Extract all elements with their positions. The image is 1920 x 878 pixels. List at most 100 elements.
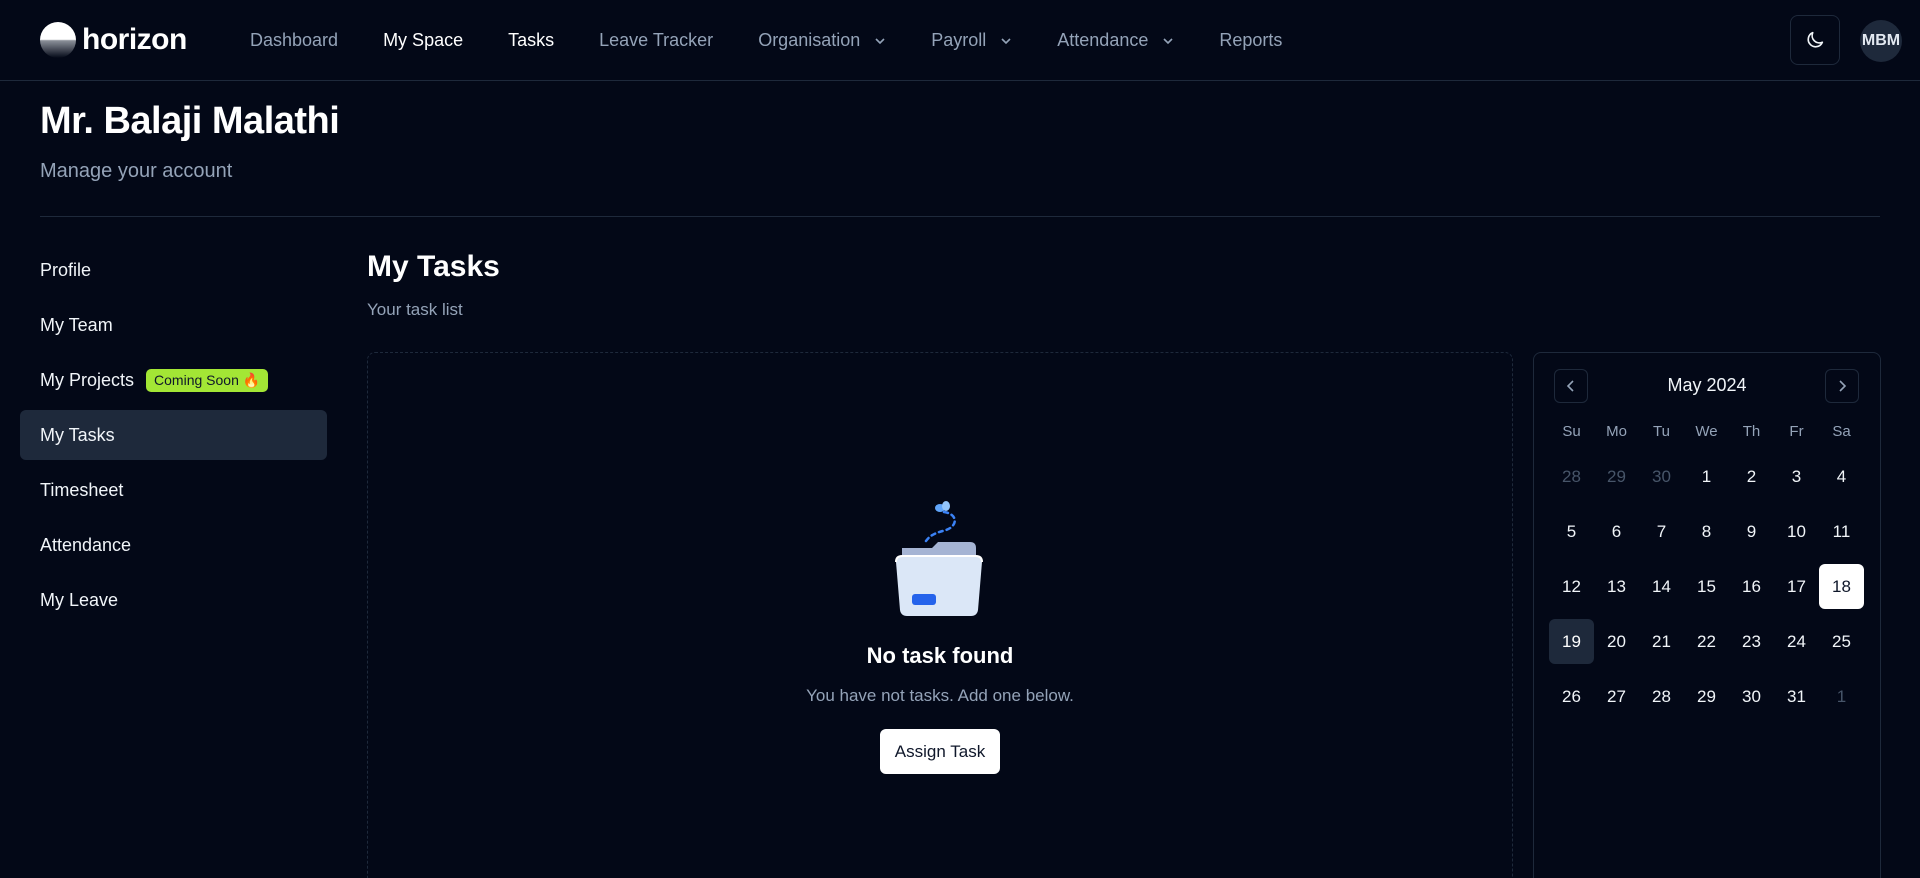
nav-item-leave-tracker[interactable]: Leave Tracker (599, 30, 713, 51)
nav-item-organisation[interactable]: Organisation (758, 30, 886, 51)
sidebar-item-attendance[interactable]: Attendance (20, 520, 327, 570)
calendar-weekday: Su (1562, 422, 1581, 440)
brand-logo[interactable]: horizon (40, 20, 187, 60)
calendar-day[interactable]: 9 (1729, 509, 1774, 554)
calendar-weekday: Fr (1789, 422, 1804, 440)
calendar-next-button[interactable] (1825, 369, 1859, 403)
calendar: May 2024 Su Mo Tu We Th Fr Sa 28 29 30 1 2 3 4 5 6 7 8 9 10… (1533, 352, 1881, 878)
nav-label: My Space (383, 30, 464, 50)
sidebar-item-label: My Team (40, 314, 113, 335)
calendar-grid: Su Mo Tu We Th Fr Sa 28 29 30 1 2 3 4 5 6 7 8 9 10 11 12 13 14 1… (1549, 418, 1864, 719)
header-divider (40, 216, 1880, 217)
nav-item-my-space[interactable]: My Space (383, 30, 463, 51)
moon-icon (1807, 31, 1824, 48)
nav-item-dashboard[interactable]: Dashboard (250, 30, 338, 51)
sidebar-item-my-projects[interactable]: My Projects Coming Soon 🔥 (20, 355, 327, 405)
calendar-weekday: Mo (1606, 422, 1627, 440)
sidebar: Profile My Team My Projects Coming Soon … (20, 245, 327, 630)
sidebar-item-label: Profile (40, 259, 92, 280)
nav-label: Payroll (931, 30, 987, 50)
brand-name: horizon (82, 23, 187, 56)
sidebar-item-label: My Tasks (40, 424, 115, 445)
calendar-day[interactable]: 24 (1774, 619, 1819, 664)
section-subtitle: Your task list (367, 300, 463, 319)
calendar-day[interactable]: 1 (1684, 454, 1729, 499)
calendar-day[interactable]: 29 (1594, 454, 1639, 499)
calendar-day[interactable]: 28 (1549, 454, 1594, 499)
calendar-day[interactable]: 29 (1684, 674, 1729, 719)
calendar-day[interactable]: 15 (1684, 564, 1729, 609)
calendar-day[interactable]: 20 (1594, 619, 1639, 664)
calendar-weekday-row: Su Mo Tu We Th Fr Sa (1549, 418, 1864, 444)
theme-toggle-button[interactable] (1790, 15, 1840, 65)
top-navbar: horizon Dashboard My Space Tasks Leave T… (0, 0, 1920, 81)
calendar-day[interactable]: 26 (1549, 674, 1594, 719)
page-subtitle: Manage your account (40, 160, 233, 182)
calendar-day[interactable]: 16 (1729, 564, 1774, 609)
sidebar-item-label: Timesheet (40, 479, 124, 500)
empty-state-description: You have not tasks. Add one below. (806, 686, 1074, 705)
logo-mark-icon (40, 22, 76, 58)
calendar-week-row: 19 20 21 22 23 24 25 (1549, 619, 1864, 664)
calendar-day[interactable]: 7 (1639, 509, 1684, 554)
calendar-day[interactable]: 6 (1594, 509, 1639, 554)
section-title: My Tasks (367, 250, 500, 283)
calendar-weekday: We (1695, 422, 1718, 440)
calendar-week-row: 26 27 28 29 30 31 1 (1549, 674, 1864, 719)
calendar-day[interactable]: 25 (1819, 619, 1864, 664)
calendar-day[interactable]: 13 (1594, 564, 1639, 609)
calendar-day[interactable]: 14 (1639, 564, 1684, 609)
calendar-day[interactable]: 30 (1639, 454, 1684, 499)
calendar-day[interactable]: 23 (1729, 619, 1774, 664)
calendar-day[interactable]: 1 (1819, 674, 1864, 719)
calendar-week-row: 5 6 7 8 9 10 11 (1549, 509, 1864, 554)
calendar-day[interactable]: 28 (1639, 674, 1684, 719)
task-list-empty-state: No task found You have not tasks. Add on… (367, 352, 1513, 878)
calendar-day[interactable]: 17 (1774, 564, 1819, 609)
nav-label: Attendance (1057, 30, 1149, 50)
avatar[interactable]: MBM (1860, 20, 1902, 62)
page-title: Mr. Balaji Malathi (40, 100, 340, 142)
coming-soon-badge: Coming Soon 🔥 (146, 368, 269, 392)
nav-item-reports[interactable]: Reports (1219, 30, 1282, 51)
calendar-day[interactable]: 11 (1819, 509, 1864, 554)
sidebar-item-my-team[interactable]: My Team (20, 300, 327, 350)
calendar-day[interactable]: 27 (1594, 674, 1639, 719)
calendar-day[interactable]: 18 (1819, 564, 1864, 609)
calendar-day[interactable]: 30 (1729, 674, 1774, 719)
main-nav: Dashboard My Space Tasks Leave Tracker O… (250, 0, 1327, 81)
chevron-down-icon (1163, 37, 1173, 44)
calendar-day[interactable]: 8 (1684, 509, 1729, 554)
calendar-day[interactable]: 5 (1549, 509, 1594, 554)
nav-item-payroll[interactable]: Payroll (931, 30, 1012, 51)
calendar-day[interactable]: 3 (1774, 454, 1819, 499)
nav-item-tasks[interactable]: Tasks (508, 30, 554, 51)
sidebar-item-my-leave[interactable]: My Leave (20, 575, 327, 625)
nav-label: Dashboard (250, 30, 339, 50)
calendar-day[interactable]: 4 (1819, 454, 1864, 499)
calendar-weekday: Tu (1653, 422, 1670, 440)
nav-item-attendance[interactable]: Attendance (1057, 30, 1174, 51)
chevron-down-icon (875, 37, 885, 44)
empty-state-title: No task found (866, 643, 1014, 668)
chevron-right-icon (1839, 380, 1847, 392)
nav-label: Leave Tracker (599, 30, 714, 50)
empty-folder-icon (895, 501, 983, 616)
sidebar-item-label: Attendance (40, 534, 132, 555)
calendar-day[interactable]: 19 (1549, 619, 1594, 664)
sidebar-item-label: My Projects (40, 369, 135, 390)
calendar-day[interactable]: 31 (1774, 674, 1819, 719)
sidebar-item-my-tasks[interactable]: My Tasks (20, 410, 327, 460)
calendar-day[interactable]: 10 (1774, 509, 1819, 554)
assign-task-button[interactable]: Assign Task (880, 729, 1000, 774)
calendar-day[interactable]: 22 (1684, 619, 1729, 664)
calendar-week-row: 12 13 14 15 16 17 18 (1549, 564, 1864, 609)
sidebar-item-profile[interactable]: Profile (20, 245, 327, 295)
calendar-day[interactable]: 2 (1729, 454, 1774, 499)
sidebar-item-timesheet[interactable]: Timesheet (20, 465, 327, 515)
calendar-day[interactable]: 12 (1549, 564, 1594, 609)
calendar-day[interactable]: 21 (1639, 619, 1684, 664)
calendar-weekday: Sa (1832, 422, 1851, 440)
sidebar-item-label: My Leave (40, 589, 119, 610)
nav-label: Tasks (508, 30, 555, 50)
